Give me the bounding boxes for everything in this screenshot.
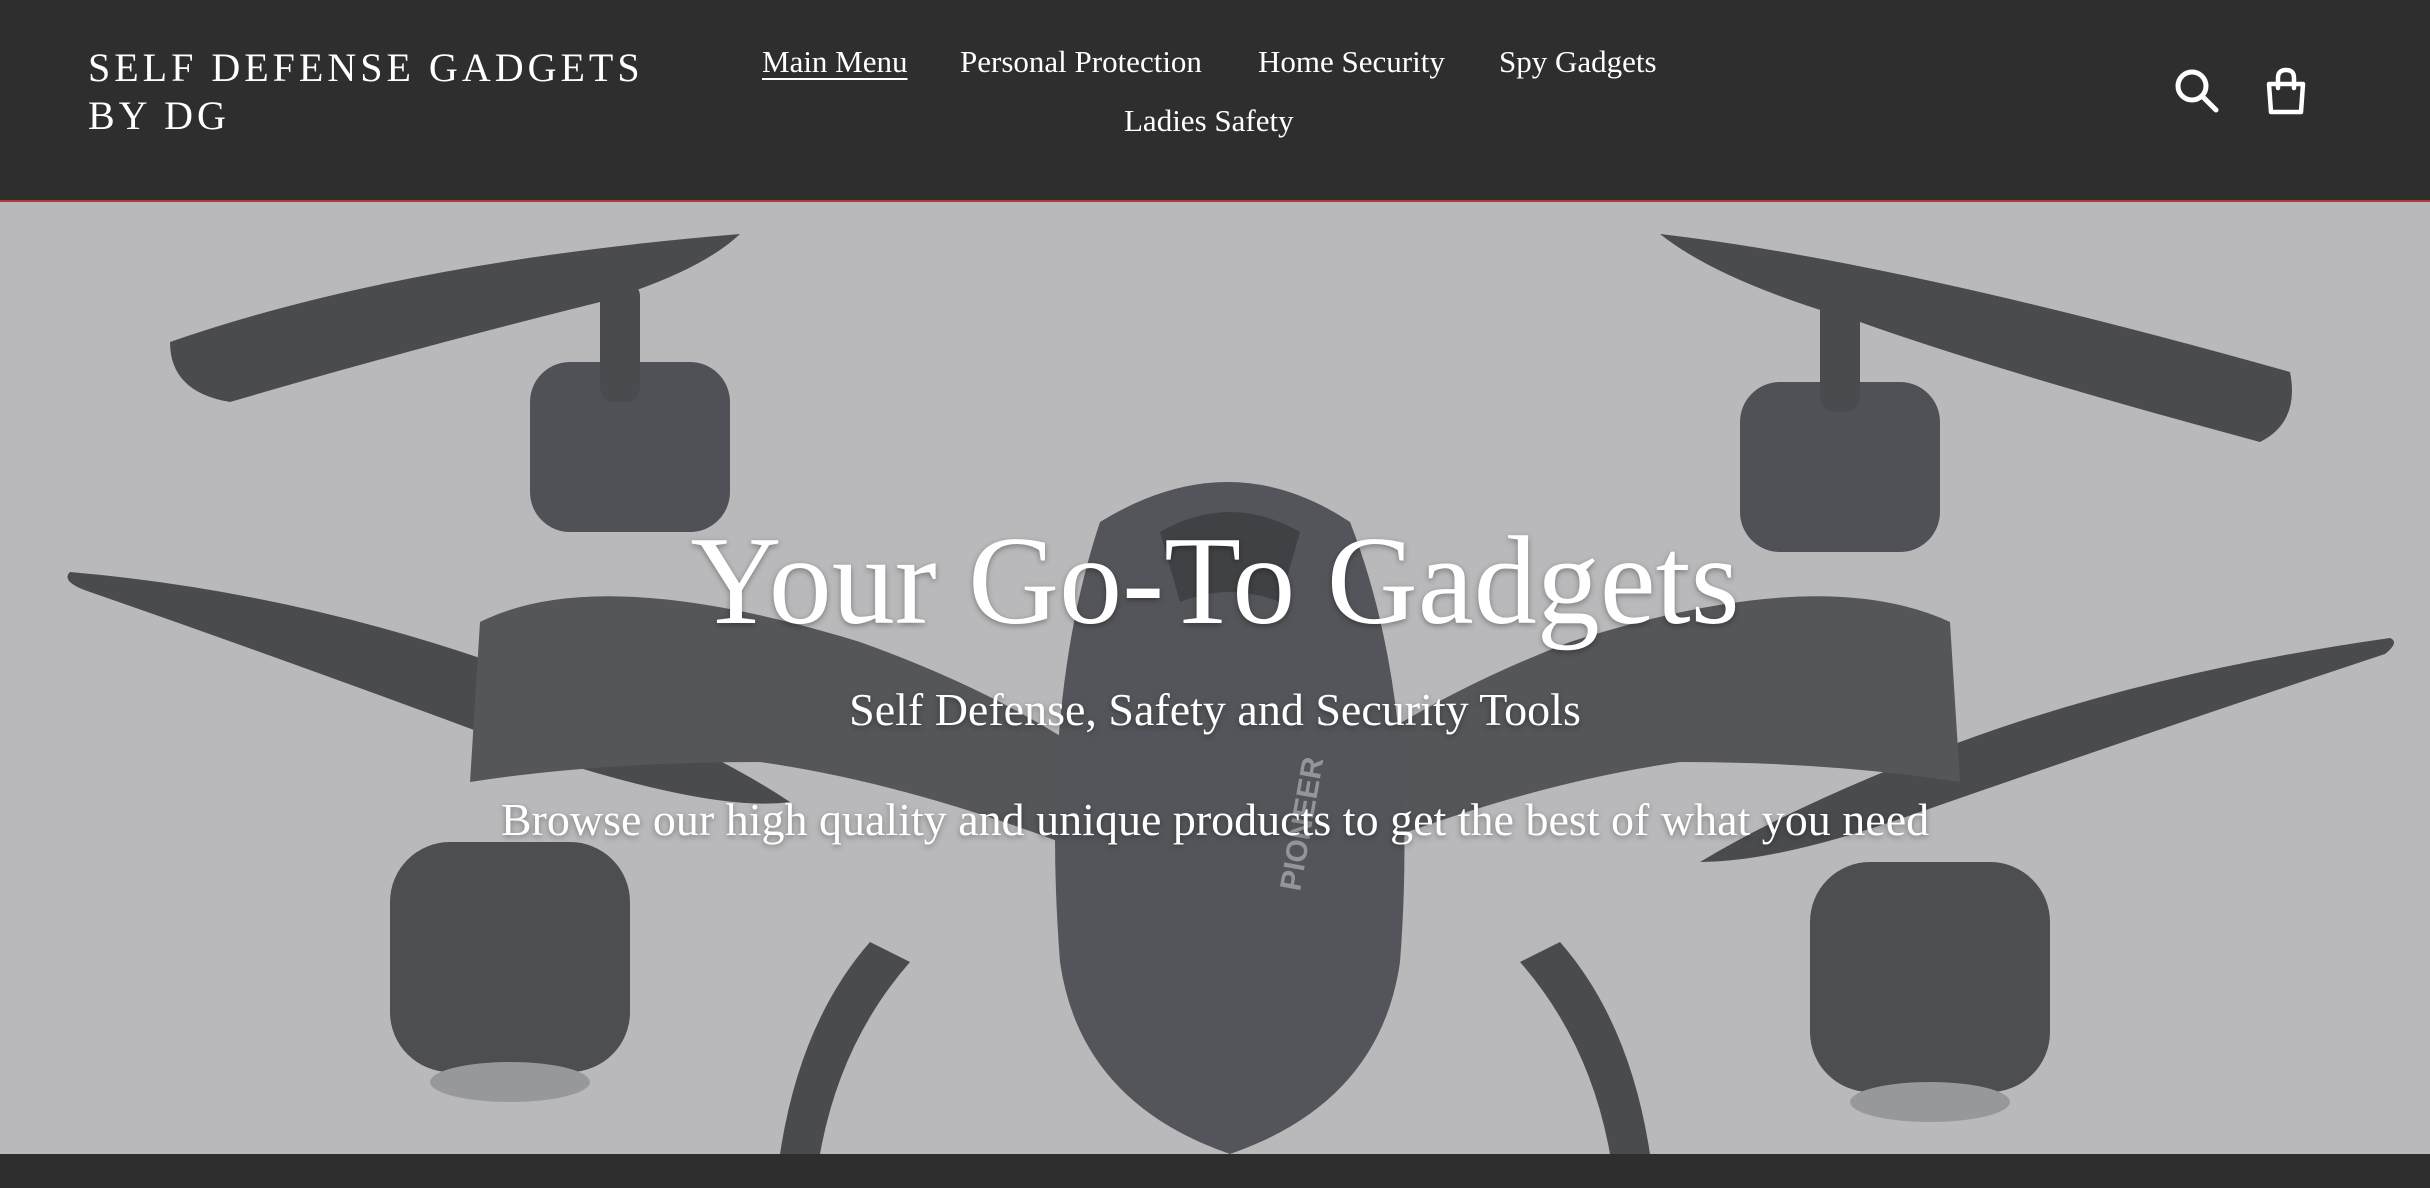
nav-home-security[interactable]: Home Security (1258, 42, 1445, 82)
logo-line-2: BY DG (88, 93, 230, 138)
nav-main-menu[interactable]: Main Menu (762, 42, 908, 82)
hero-title: Your Go-To Gadgets (690, 512, 1740, 651)
logo-line-1: SELF DEFENSE GADGETS (88, 45, 644, 90)
search-icon[interactable] (2172, 66, 2224, 118)
section-divider (0, 1154, 2430, 1188)
nav-spy-gadgets[interactable]: Spy Gadgets (1499, 42, 1657, 82)
cart-icon[interactable] (2260, 66, 2312, 118)
nav-personal-protection[interactable]: Personal Protection (960, 42, 1202, 82)
site-logo[interactable]: SELF DEFENSE GADGETS BY DG (88, 44, 688, 140)
drone-image: PIONEER (0, 202, 2430, 1154)
site-header: SELF DEFENSE GADGETS BY DG Main Menu Per… (0, 0, 2430, 202)
hero-description: Browse our high quality and unique produ… (500, 794, 1930, 845)
nav-ladies-safety[interactable]: Ladies Safety (1124, 101, 1294, 141)
hero-subtitle: Self Defense, Safety and Security Tools (849, 684, 1581, 735)
hero-banner: PIONEER Your Go-To Gadgets Self Defense,… (0, 202, 2430, 1154)
